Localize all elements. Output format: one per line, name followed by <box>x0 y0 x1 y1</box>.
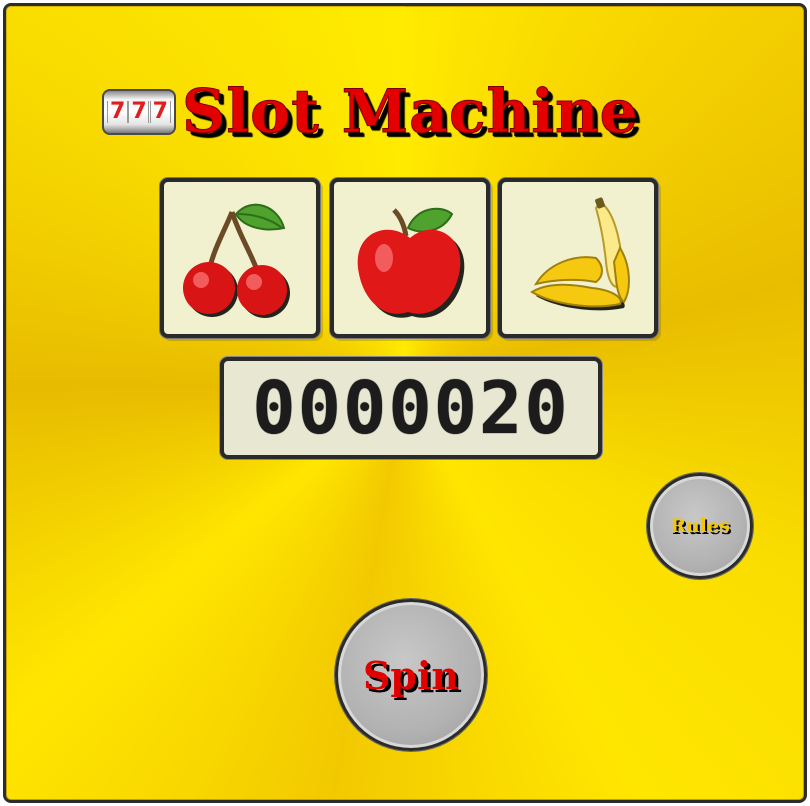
title-bar: 7 7 7 Slot Machine <box>102 72 742 152</box>
cherries-icon <box>183 203 290 318</box>
reel-1 <box>160 178 320 338</box>
page-title: Slot Machine <box>182 77 639 147</box>
counter-value: 0000020 <box>252 366 570 450</box>
reel-3 <box>498 178 658 338</box>
rules-button[interactable]: Rules <box>647 473 753 579</box>
icon-digit: 7 <box>149 101 171 123</box>
banana-icon <box>530 197 630 311</box>
icon-digit: 7 <box>128 101 150 123</box>
credit-counter: 0000020 <box>220 357 602 459</box>
rules-button-label: Rules <box>670 515 730 537</box>
spin-button[interactable]: Spin <box>335 599 487 751</box>
spin-button-label: Spin <box>362 652 460 698</box>
reel-2 <box>330 178 490 338</box>
777-reel-icon: 7 7 7 <box>102 89 176 135</box>
apple-icon <box>357 207 465 318</box>
slot-machine-panel: 7 7 7 Slot Machine 0000020 Rules Spin <box>3 3 807 803</box>
icon-digit: 7 <box>107 101 129 123</box>
